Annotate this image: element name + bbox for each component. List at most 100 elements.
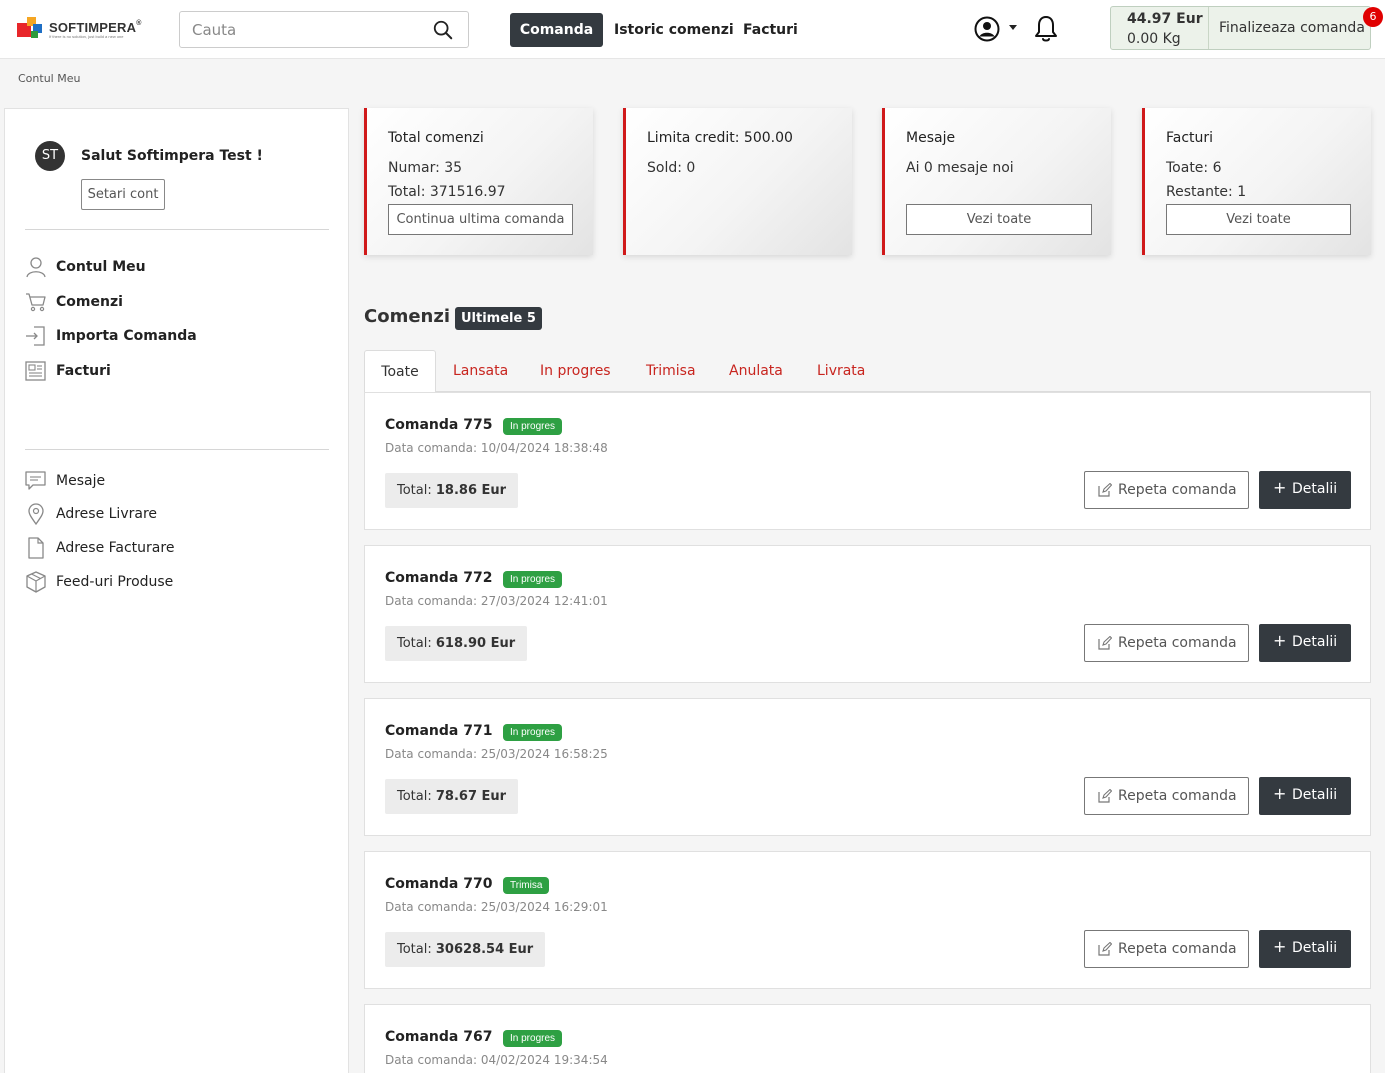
order-details-button[interactable]: + Detalii [1259,930,1351,968]
invoice-icon [25,361,46,381]
message-icon [25,471,46,490]
edit-icon [1098,789,1112,803]
order-card: Comanda 770 Trimisa Data comanda: 25/03/… [364,851,1371,989]
logo-text: SOFTIMPERA® [49,20,142,35]
breadcrumb[interactable]: Contul Meu [18,72,80,85]
view-all-messages-button[interactable]: Vezi toate [906,204,1092,235]
greeting-text: Salut Softimpera Test ! [81,148,263,164]
order-total: Total: 30628.54 Eur [385,932,546,967]
softimpera-logo[interactable]: SOFTIMPERA® If there is no solution, jus… [17,15,141,43]
order-title[interactable]: Comanda 775 [385,417,492,433]
repeat-order-button[interactable]: Repeta comanda [1084,930,1249,968]
nav-comanda-button[interactable]: Comanda [510,13,603,47]
account-settings-button[interactable]: Setari cont [81,179,165,210]
tab-lansata[interactable]: Lansata [453,350,508,392]
card-title: Limita credit: 500.00 [647,130,793,146]
sidebar-divider [25,449,329,450]
edit-icon [1098,942,1112,956]
user-account-icon[interactable] [974,16,1000,42]
card-title: Total comenzi [388,130,484,146]
card-new-messages: Ai 0 mesaje noi [906,160,1014,176]
order-date: Data comanda: 25/03/2024 16:58:25 [385,747,608,761]
sidebar-item-adrese-facturare[interactable]: Adrese Facturare [25,537,325,561]
repeat-order-button[interactable]: Repeta comanda [1084,471,1249,509]
order-title[interactable]: Comanda 771 [385,723,492,739]
order-title[interactable]: Comanda 767 [385,1029,492,1045]
order-card: Comanda 772 In progres Data comanda: 27/… [364,545,1371,683]
status-badge: In progres [503,1030,563,1047]
cart-icon [26,293,46,312]
card-invoices-total: Toate: 6 [1166,160,1222,176]
sidebar-item-label: Feed-uri Produse [56,574,174,590]
order-details-button[interactable]: + Detalii [1259,777,1351,815]
card-limita-credit: Limita credit: 500.00 Sold: 0 [623,108,852,255]
search-input[interactable] [180,12,420,47]
sidebar-item-label: Importa Comanda [56,328,197,344]
order-title[interactable]: Comanda 772 [385,570,492,586]
chevron-down-icon[interactable] [1009,25,1017,30]
status-badge: In progres [503,571,563,588]
cart-total-weight: 0.00 Kg [1127,31,1181,47]
card-order-total: Total: 371516.97 [388,184,506,200]
card-invoices-overdue: Restante: 1 [1166,184,1247,200]
order-total: Total: 18.86 Eur [385,473,519,508]
sidebar-item-label: Facturi [56,363,111,379]
sidebar-item-importa-comanda[interactable]: Importa Comanda [25,325,325,349]
sidebar-item-label: Mesaje [56,473,106,489]
repeat-order-button[interactable]: Repeta comanda [1084,624,1249,662]
sidebar-item-comenzi[interactable]: Comenzi [25,291,325,315]
tab-anulata[interactable]: Anulata [729,350,783,392]
cart-summary-button[interactable]: 44.97 Eur 0.00 Kg Finalizeaza comanda [1110,6,1371,50]
logo-tagline: If there is no solution, just build a ne… [49,34,124,39]
edit-icon [1098,636,1112,650]
sidebar-item-contul-meu[interactable]: Contul Meu [25,256,325,280]
user-icon [26,257,46,278]
search-box [179,11,469,48]
order-card: Comanda 775 In progres Data comanda: 10/… [364,392,1371,530]
tab-livrata[interactable]: Livrata [817,350,865,392]
order-date: Data comanda: 25/03/2024 16:29:01 [385,900,608,914]
order-details-button[interactable]: + Detalii [1259,471,1351,509]
order-card: Comanda 771 In progres Data comanda: 25/… [364,698,1371,836]
tab-in-progres[interactable]: In progres [540,350,611,392]
view-all-invoices-button[interactable]: Vezi toate [1166,204,1351,235]
cart-total-price: 44.97 Eur [1127,11,1203,27]
order-title[interactable]: Comanda 770 [385,876,492,892]
sidebar-item-label: Adrese Facturare [56,540,175,556]
orders-latest-badge: Ultimele 5 [455,307,542,330]
card-title: Mesaje [906,130,956,146]
card-facturi: Facturi Toate: 6 Restante: 1 Vezi toate [1142,108,1371,255]
card-total-comenzi: Total comenzi Numar: 35 Total: 371516.97… [364,108,593,255]
order-total: Total: 618.90 Eur [385,626,528,661]
logo-mark-icon [17,17,42,38]
order-date: Data comanda: 04/02/2024 19:34:54 [385,1053,608,1067]
sidebar-item-label: Comenzi [56,294,123,310]
sidebar-item-label: Contul Meu [56,259,146,275]
card-order-count: Numar: 35 [388,160,463,176]
nav-istoric-comenzi-link[interactable]: Istoric comenzi [614,13,734,47]
tab-trimisa[interactable]: Trimisa [646,350,696,392]
top-header: SOFTIMPERA® If there is no solution, jus… [0,0,1385,59]
box-icon [26,571,46,593]
avatar: ST [35,141,65,171]
plus-icon: + [1273,631,1287,650]
cart-divider [1208,7,1209,49]
sidebar-item-mesaje[interactable]: Mesaje [25,470,325,494]
sidebar-item-feed-uri-produse[interactable]: Feed-uri Produse [25,571,325,595]
file-icon [28,537,44,559]
sidebar-item-adrese-livrare[interactable]: Adrese Livrare [25,503,325,527]
notification-bell-icon[interactable] [1033,14,1059,44]
tab-toate[interactable]: Toate [364,350,436,393]
order-card: Comanda 767 In progres Data comanda: 04/… [364,1004,1371,1073]
order-total: Total: 78.67 Eur [385,779,519,814]
card-title: Facturi [1166,130,1214,146]
order-details-button[interactable]: + Detalii [1259,624,1351,662]
sidebar-item-facturi[interactable]: Facturi [25,360,325,384]
nav-facturi-link[interactable]: Facturi [743,13,798,47]
continue-last-order-button[interactable]: Continua ultima comanda [388,204,573,235]
status-badge: In progres [503,418,563,435]
status-badge: In progres [503,724,563,741]
repeat-order-button[interactable]: Repeta comanda [1084,777,1249,815]
sidebar-item-label: Adrese Livrare [56,506,158,522]
search-icon[interactable] [432,19,454,41]
